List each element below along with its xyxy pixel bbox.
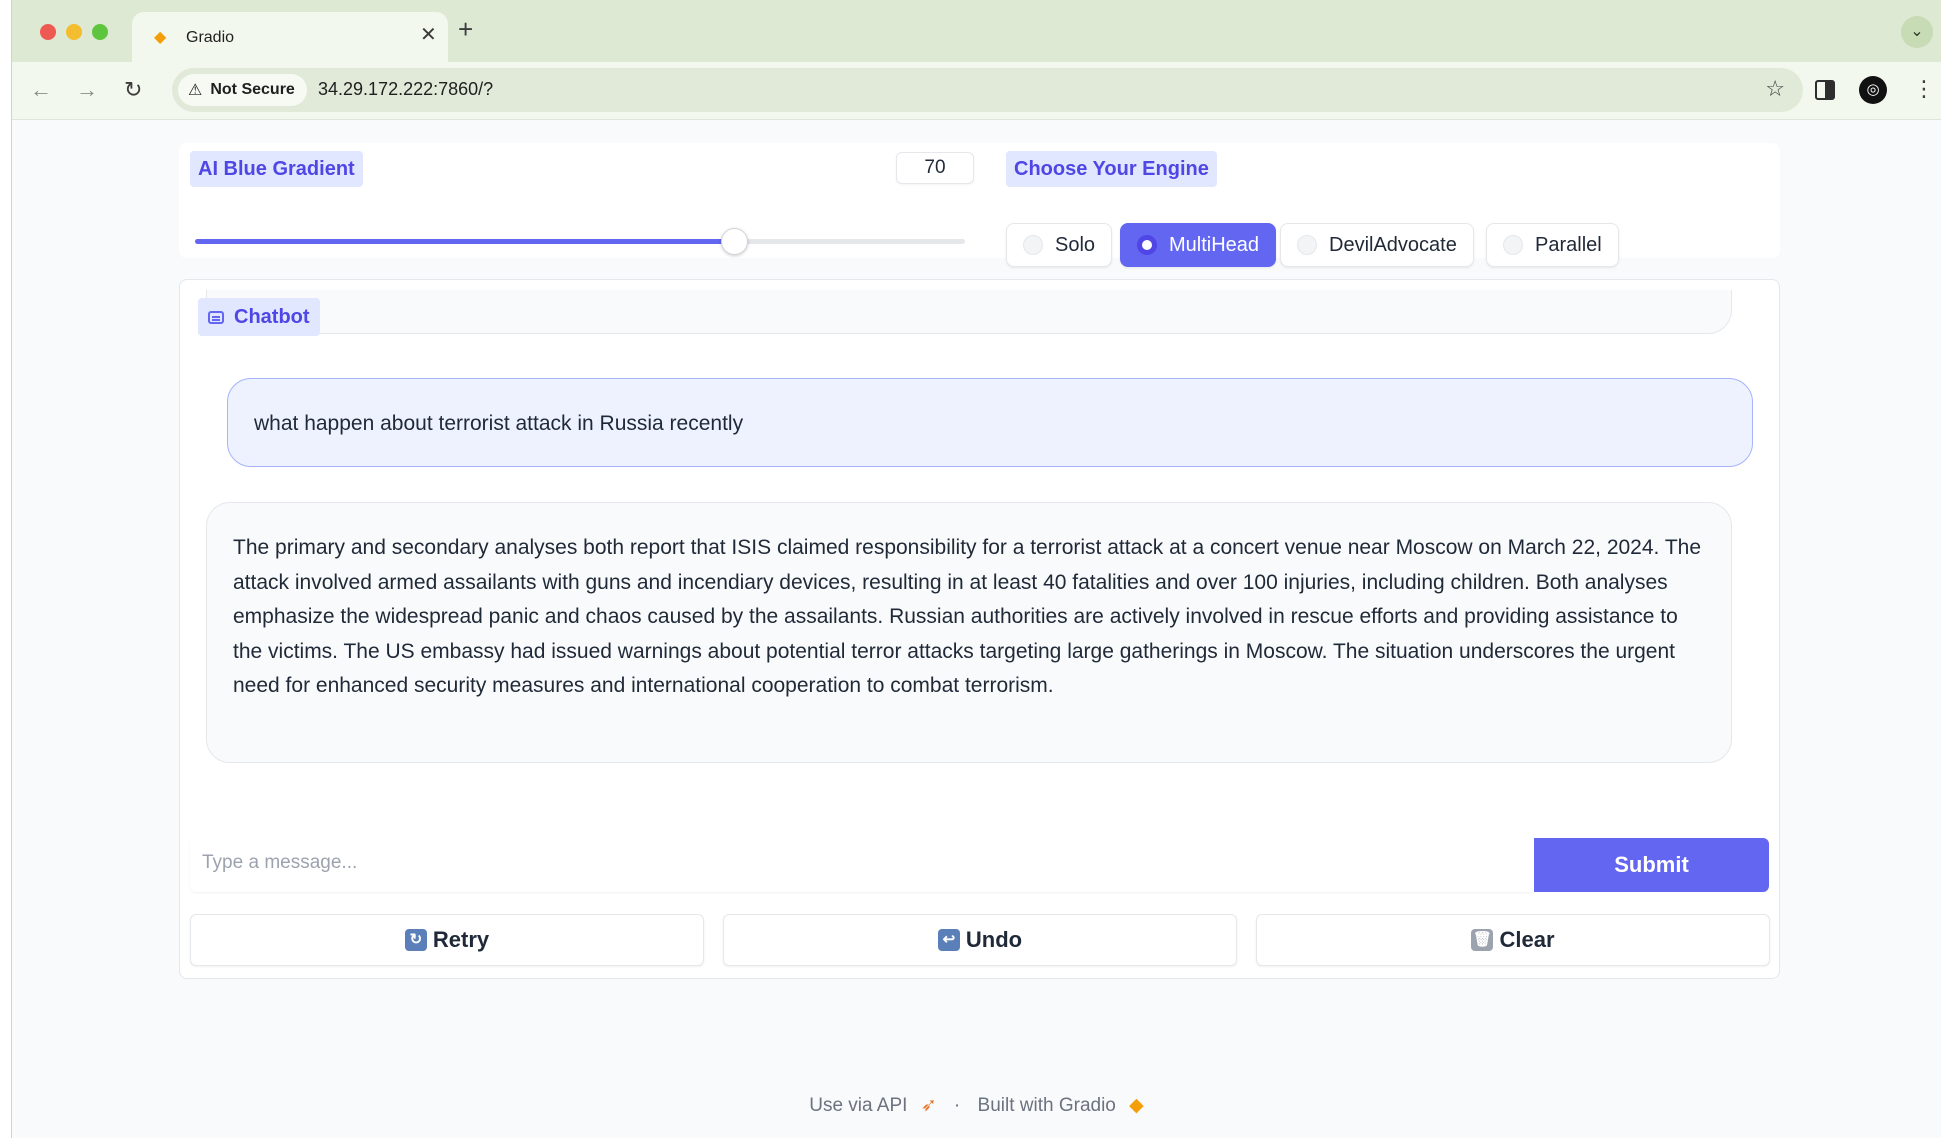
rocket-icon: ➶ [920, 1095, 937, 1116]
chatbot-window[interactable]: Chatbot what happen about terrorist atta… [190, 290, 1769, 818]
chatbot-label: Chatbot [198, 298, 320, 336]
minimize-window-button[interactable] [66, 24, 82, 40]
reload-icon[interactable]: ↻ [124, 76, 142, 104]
tab-strip: ◆ Gradio ✕ + ⌄ [12, 0, 1941, 62]
browser-toolbar: ← → ↻ ⚠ Not Secure 34.29.172.222:7860/? … [12, 62, 1941, 120]
close-icon[interactable]: ✕ [420, 25, 437, 45]
retry-icon: ↻ [404, 929, 427, 951]
chatbot-label-text: Chatbot [234, 305, 310, 328]
api-label: Use via API [809, 1095, 908, 1116]
engine-option-solo[interactable]: Solo [1006, 223, 1113, 267]
engine-option-label: Parallel [1535, 233, 1602, 256]
maximize-window-button[interactable] [92, 24, 108, 40]
gradio-logo-icon: ◆ [154, 29, 167, 46]
retry-label: Retry [432, 927, 490, 952]
gradient-number-input[interactable]: 70 [896, 152, 974, 184]
trash-icon: 🗑 [1471, 929, 1494, 951]
close-window-button[interactable] [40, 24, 56, 40]
clear-button[interactable]: 🗑 Clear [1256, 914, 1770, 966]
bot-message: The primary and secondary analyses both … [206, 502, 1732, 763]
built-with-gradio-link[interactable]: Built with Gradio ◆ [974, 1095, 1148, 1116]
footer-separator: · [953, 1095, 961, 1116]
slider-thumb[interactable] [721, 228, 748, 255]
warning-icon: ⚠ [188, 82, 203, 99]
forward-arrow-icon[interactable]: → [76, 76, 98, 104]
tab-title: Gradio [186, 29, 235, 46]
browser-tab[interactable]: ◆ Gradio ✕ [132, 12, 448, 62]
radio-dot [1297, 235, 1317, 255]
radio-dot [1023, 235, 1043, 255]
user-message: what happen about terrorist attack in Ru… [227, 378, 1753, 467]
message-composer: Submit [190, 838, 1769, 892]
address-bar[interactable]: ⚠ Not Secure 34.29.172.222:7860/? ☆ [172, 68, 1803, 112]
built-label: Built with Gradio [977, 1095, 1116, 1116]
message-input[interactable] [190, 838, 1534, 892]
retry-button[interactable]: ↻ Retry [190, 914, 704, 966]
previous-message-bubble [206, 290, 1732, 334]
gradient-label: AI Blue Gradient [190, 151, 363, 187]
profile-avatar-icon[interactable]: ◎ [1859, 76, 1887, 104]
engine-option-multihead[interactable]: MultiHead [1120, 223, 1277, 267]
back-arrow-icon[interactable]: ← [30, 76, 52, 104]
bookmark-star-icon[interactable]: ☆ [1765, 77, 1785, 101]
chat-bubble-icon [208, 310, 224, 324]
engine-option-label: MultiHead [1169, 233, 1260, 256]
undo-label: Undo [965, 927, 1023, 952]
new-tab-button[interactable]: + [458, 16, 473, 42]
engine-option-label: DevilAdvocate [1329, 233, 1457, 256]
slider-fill [195, 239, 734, 244]
engine-option-parallel[interactable]: Parallel [1486, 223, 1619, 267]
use-via-api-link[interactable]: Use via API ➶ [805, 1095, 940, 1116]
url-text[interactable]: 34.29.172.222:7860/? [318, 79, 493, 100]
side-panel-icon[interactable] [1815, 80, 1835, 100]
engine-option-label: Solo [1055, 233, 1096, 256]
submit-button[interactable]: Submit [1534, 838, 1769, 892]
chevron-down-icon[interactable]: ⌄ [1901, 16, 1933, 48]
menu-kebab-icon[interactable]: ⋮ [1913, 74, 1935, 104]
radio-dot [1137, 235, 1157, 255]
radio-dot [1503, 235, 1523, 255]
chat-panel: Chatbot what happen about terrorist atta… [179, 279, 1780, 979]
footer: Use via API ➶ · Built with Gradio ◆ [12, 1094, 1941, 1117]
clear-label: Clear [1499, 927, 1555, 952]
gradio-logo-icon: ◆ [1129, 1095, 1144, 1116]
security-indicator[interactable]: ⚠ Not Secure [178, 74, 307, 106]
undo-button[interactable]: ↩ Undo [723, 914, 1237, 966]
engine-option-devil-advocate[interactable]: DevilAdvocate [1280, 223, 1474, 267]
gradio-app: AI Blue Gradient 70 Choose Your Engine S… [12, 121, 1941, 1138]
controls-panel: AI Blue Gradient 70 Choose Your Engine S… [179, 143, 1780, 267]
undo-icon: ↩ [937, 929, 960, 951]
browser-window: ◆ Gradio ✕ + ⌄ ← → ↻ ⚠ Not Secure 34.29.… [11, 0, 1941, 1138]
engine-label: Choose Your Engine [1006, 151, 1217, 187]
gradient-slider[interactable] [195, 228, 965, 255]
security-label: Not Secure [210, 81, 295, 98]
